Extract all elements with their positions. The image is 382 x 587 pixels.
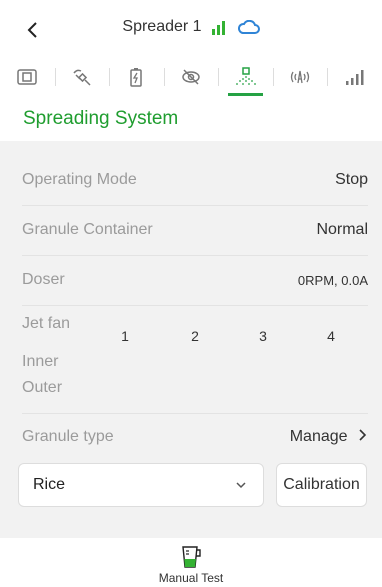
doser-row: Doser 0RPM, 0.0A	[22, 255, 368, 306]
chevron-right-icon	[359, 429, 367, 441]
signal-icon	[345, 70, 364, 85]
tab-vision[interactable]	[163, 58, 219, 96]
manual-test-label: Manual Test	[158, 571, 224, 585]
jet-fan-section: Jet fan 1 2 3 4 Inner Outer	[22, 304, 368, 414]
jet-fan-label: Jet fan	[22, 315, 71, 332]
bottom-bar: Manual Test	[0, 538, 382, 587]
eye-off-icon	[182, 69, 200, 85]
manage-label: Manage	[289, 428, 348, 445]
manage-button[interactable]: Manage	[290, 428, 368, 446]
jet-fan-column-3: 3	[259, 328, 267, 344]
operating-mode-label: Operating Mode	[22, 171, 137, 188]
chevron-down-icon	[236, 482, 246, 489]
granule-container-label: Granule Container	[22, 221, 153, 238]
granule-container-row: Granule Container Normal	[22, 205, 368, 256]
doser-label: Doser	[22, 271, 65, 288]
manual-test-button[interactable]: Manual Test	[159, 545, 223, 585]
tab-spreading[interactable]	[218, 58, 273, 96]
doser-value: 0RPM, 0.0A	[297, 272, 368, 288]
granule-type-row: Granule type Manage	[22, 414, 368, 460]
spreading-icon	[235, 67, 256, 85]
jet-fan-column-2: 2	[191, 328, 199, 344]
tab-gps[interactable]	[54, 58, 110, 96]
satellite-icon	[73, 69, 91, 86]
granule-type-select[interactable]: Rice	[18, 463, 264, 507]
tab-battery[interactable]	[109, 58, 164, 96]
signal-strength-icon	[211, 21, 225, 35]
jet-fan-column-4: 4	[327, 328, 335, 344]
tab-signal[interactable]	[327, 58, 382, 96]
granule-type-selected: Rice	[33, 476, 66, 493]
page-title: Spreader 1	[122, 18, 202, 35]
cloud-icon	[237, 20, 260, 34]
app-header: Spreader 1	[0, 0, 382, 58]
granule-container-value: Normal	[316, 221, 368, 238]
calibration-button[interactable]: Calibration	[276, 463, 367, 507]
inner-label: Inner	[22, 353, 59, 370]
operating-mode-row: Operating Mode Stop	[22, 155, 368, 206]
tab-device[interactable]	[0, 58, 55, 96]
device-icon	[17, 69, 38, 85]
jet-fan-column-1: 1	[121, 328, 129, 344]
antenna-icon	[291, 70, 310, 84]
tab-radio[interactable]	[272, 58, 328, 96]
outer-label: Outer	[22, 379, 63, 396]
tab-bar	[0, 58, 382, 96]
section-title: Spreading System	[0, 96, 382, 141]
granule-type-label: Granule type	[22, 428, 114, 445]
operating-mode-value: Stop	[335, 171, 368, 188]
battery-icon	[130, 68, 143, 87]
beaker-icon	[182, 546, 201, 568]
